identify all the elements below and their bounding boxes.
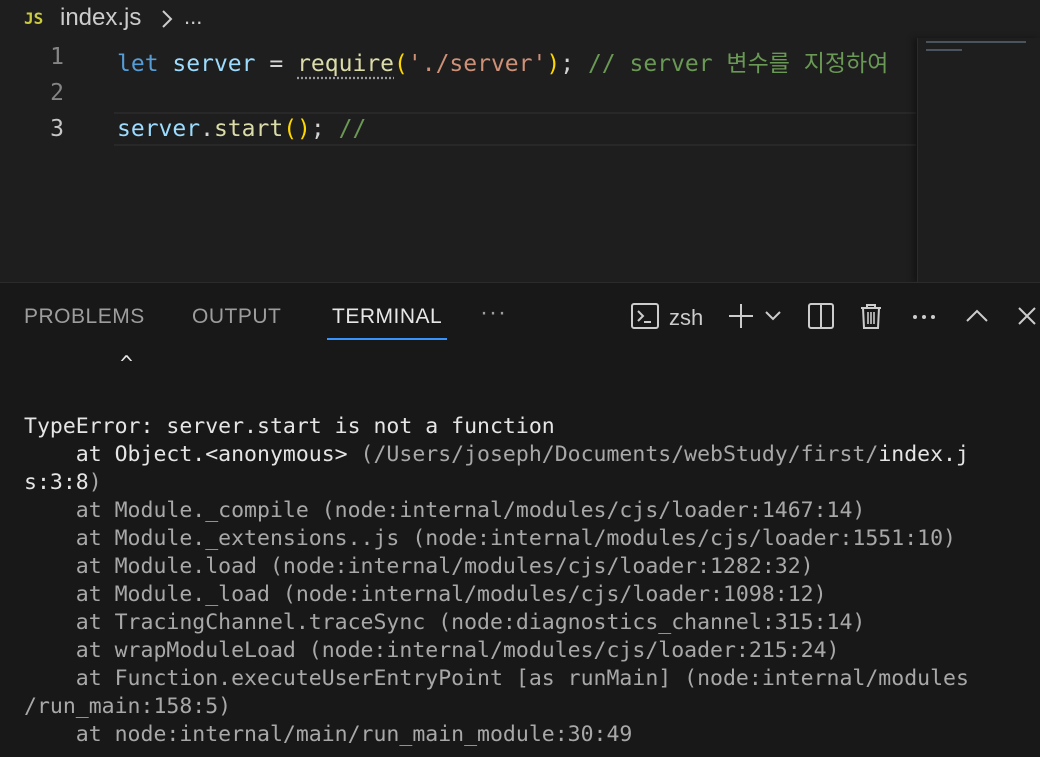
terminal-stack-line: at wrapModuleLoad (node:internal/modules… [24,638,840,663]
minimap-line [926,41,1026,43]
line-number: 1 [50,44,64,70]
tab-problems[interactable]: PROBLEMS [24,305,145,329]
terminal-caret: ^ [120,352,133,377]
panel-tab-bar: PROBLEMS OUTPUT TERMINAL ··· zsh [0,283,1040,343]
code-editor[interactable]: 1 2 3 let server = require('./server'); … [0,38,1040,282]
stack-frame-path: ) [88,470,102,495]
paren-token: ( [394,51,408,77]
code-line-1[interactable]: let server = require('./server'); // ser… [117,44,888,78]
more-tabs-button[interactable]: ··· [480,299,507,327]
terminal-stack-line: at Object.<anonymous> (/Users/joseph/Doc… [24,441,969,469]
maximize-panel-icon[interactable] [962,301,992,336]
keyword-token: let [117,51,159,77]
more-actions-icon[interactable] [909,301,939,336]
stack-frame-prefix: at Object.<anonymous> [24,442,361,467]
trash-icon[interactable] [856,301,886,336]
paren-token: () [283,116,311,142]
tab-output[interactable]: OUTPUT [192,305,281,329]
comment-token: // [338,116,367,142]
terminal-stack-line: at TracingChannel.traceSync (node:diagno… [24,610,866,635]
code-line-3[interactable]: server.start(); // [117,116,366,142]
variable-token: server [117,116,201,142]
terminal-stack-line: at Module._compile (node:internal/module… [24,498,866,523]
breadcrumb-more[interactable]: ... [184,4,202,30]
terminal-stack-line: at Function.executeUserEntryPoint [as ru… [24,666,969,691]
terminal-shell-name[interactable]: zsh [669,305,703,331]
split-terminal-icon[interactable] [806,301,836,336]
tab-terminal[interactable]: TERMINAL [332,305,442,329]
line-number-active: 3 [50,116,64,142]
comment-token: // server 변수를 지정하여 [587,51,889,77]
minimap[interactable] [917,38,1040,282]
stack-frame-path: (/Users/joseph/Documents/webStudy/first/ [360,442,879,467]
breadcrumb-file[interactable]: index.js [60,4,141,32]
chevron-right-icon [160,8,174,35]
semicolon-token: ; [310,116,325,142]
minimap-line [926,49,962,51]
terminal-stack-line: /run_main:158:5) [24,694,232,719]
function-token: start [213,116,284,142]
terminal-error-message: TypeError: server.start is not a functio… [24,414,555,439]
chevron-down-icon[interactable] [763,306,783,331]
breadcrumb: JS index.js ... [0,0,1040,38]
active-tab-indicator [327,338,447,340]
paren-token: ) [546,51,561,77]
close-icon[interactable] [1012,301,1040,336]
stack-frame-file: index.j [878,442,969,467]
bottom-panel: PROBLEMS OUTPUT TERMINAL ··· zsh ^ TypeE… [0,282,1040,757]
terminal-shell-icon[interactable] [630,301,660,336]
javascript-file-icon: JS [24,9,44,28]
variable-token: server [172,51,256,77]
semicolon-token: ; [560,51,575,77]
stack-frame-file: s:3:8 [24,470,89,495]
string-token: './server' [407,51,547,77]
terminal-stack-line: at node:internal/main/run_main_module:30… [24,722,633,747]
terminal-stack-line: at Module.load (node:internal/modules/cj… [24,554,814,579]
operator-token: = [269,51,284,77]
line-number: 2 [50,80,64,106]
dot-token: . [200,116,214,142]
plus-icon[interactable] [726,301,756,336]
terminal-stack-line: at Module._extensions..js (node:internal… [24,526,956,551]
terminal-stack-line: at Module._load (node:internal/modules/c… [24,582,827,607]
function-token: require [297,51,395,77]
terminal-stack-line: s:3:8) [24,469,102,497]
